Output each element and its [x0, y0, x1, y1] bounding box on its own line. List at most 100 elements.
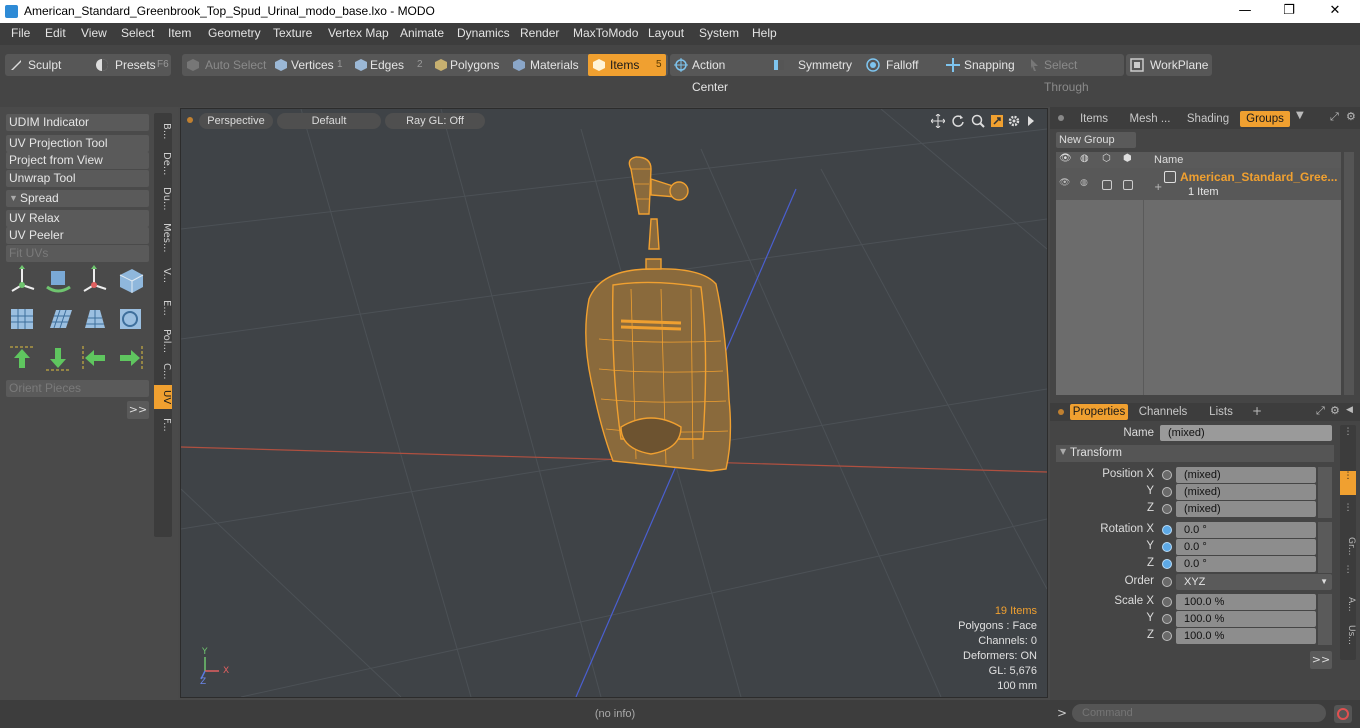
viewport-expand-arrow-icon[interactable] [1026, 115, 1036, 127]
position-x-field[interactable]: (mixed) [1176, 467, 1316, 483]
symmetry-button[interactable]: Symmetry [768, 54, 858, 76]
menu-animate[interactable]: Animate [400, 26, 444, 40]
menu-view[interactable]: View [81, 26, 107, 40]
action-center-button[interactable]: Action Center [670, 54, 764, 94]
uv-projection-tool-button[interactable]: UV Projection Tool [6, 135, 149, 152]
tab-groups[interactable]: Groups [1240, 111, 1290, 127]
align-down-arrow-icon[interactable] [42, 343, 75, 373]
align-up-arrow-icon[interactable] [6, 343, 39, 373]
side-tab-dots-2[interactable]: ⋮ [1340, 503, 1356, 519]
select-icon[interactable]: ⬢ [1123, 153, 1132, 164]
new-group-button[interactable]: New Group [1056, 132, 1136, 148]
side-tab-user[interactable]: Us... [1340, 625, 1356, 651]
vtab-polygon[interactable]: Pol... [154, 325, 172, 357]
rotation-x-radio[interactable] [1162, 525, 1172, 535]
3d-viewport[interactable]: Y Z X Perspective Default Ray GL: Off 19… [180, 108, 1048, 698]
maximize-viewport-icon[interactable] [990, 114, 1004, 128]
groups-scrollbar[interactable] [1344, 152, 1354, 395]
expand-plus-icon[interactable]: + [1154, 182, 1162, 193]
udim-indicator-button[interactable]: UDIM Indicator [6, 114, 149, 131]
workplane-button[interactable]: WorkPlane [1126, 54, 1212, 76]
uv-box-tool-icon[interactable] [114, 265, 147, 295]
command-input[interactable] [1072, 704, 1326, 722]
properties-menu-dot-icon[interactable] [1058, 409, 1064, 415]
render-icon[interactable]: ◍ [1080, 153, 1089, 164]
rotation-y-field[interactable]: 0.0 ° [1176, 539, 1316, 555]
row-select-checkbox[interactable] [1123, 180, 1133, 190]
menu-texture[interactable]: Texture [273, 26, 312, 40]
fit-uvs-button[interactable]: Fit UVs [6, 245, 149, 262]
properties-arrow-icon[interactable]: ◀ [1346, 405, 1353, 415]
name-field[interactable]: (mixed) [1160, 425, 1332, 441]
rotation-y-radio[interactable] [1162, 542, 1172, 552]
uv-rotate-tool-icon[interactable] [42, 265, 75, 295]
materials-button[interactable]: Materials [508, 54, 586, 76]
auto-select-button[interactable]: Auto Select [182, 54, 268, 76]
menu-maxtomodo[interactable]: MaxToModo [573, 26, 638, 40]
uv-relax-button[interactable]: UV Relax [6, 210, 149, 227]
properties-expand-icon[interactable]: ⤢ [1316, 404, 1325, 418]
rotation-x-field[interactable]: 0.0 ° [1176, 522, 1316, 538]
zoom-view-icon[interactable] [971, 114, 985, 128]
menu-vertex-map[interactable]: Vertex Map [328, 26, 389, 40]
scale-y-field[interactable]: 100.0 % [1176, 611, 1316, 627]
tab-items[interactable]: Items [1072, 111, 1116, 127]
vtab-curve[interactable]: C... [154, 359, 172, 383]
menu-geometry[interactable]: Geometry [208, 26, 261, 40]
position-y-radio[interactable] [1162, 487, 1172, 497]
spread-section-button[interactable]: ▼ Spread [6, 190, 149, 207]
visibility-eye-icon[interactable]: 👁 [1059, 153, 1072, 164]
presets-button[interactable]: Presets F6 [91, 54, 171, 76]
side-tab-assembly[interactable]: A... [1340, 597, 1356, 617]
position-stepper-arrows[interactable] [1318, 467, 1332, 518]
orient-pieces-button[interactable]: Orient Pieces [6, 380, 149, 397]
pan-view-icon[interactable] [931, 114, 945, 128]
menu-help[interactable]: Help [752, 26, 777, 40]
rotation-stepper-arrows[interactable] [1318, 522, 1332, 573]
perspective-view-button[interactable]: Perspective [199, 113, 273, 129]
select-through-button[interactable]: Select Through [1024, 54, 1124, 94]
scale-x-field[interactable]: 100.0 % [1176, 594, 1316, 610]
viewport-menu-dot-icon[interactable] [187, 117, 193, 123]
menu-item[interactable]: Item [168, 26, 191, 40]
position-z-field[interactable]: (mixed) [1176, 501, 1316, 517]
vtab-uv[interactable]: UV [154, 385, 172, 409]
vtab-edge[interactable]: E... [154, 293, 172, 323]
align-left-arrow-icon[interactable] [78, 343, 111, 373]
uv-peeler-button[interactable]: UV Peeler [6, 227, 149, 244]
panel-expand-icon[interactable]: ⤢ [1330, 110, 1339, 124]
menu-render[interactable]: Render [520, 26, 559, 40]
tab-shading[interactable]: Shading [1182, 111, 1234, 127]
order-dropdown[interactable]: XYZ ▼ [1176, 574, 1332, 590]
maximize-button[interactable]: ❐ [1266, 0, 1312, 23]
viewport-settings-gear-icon[interactable] [1007, 114, 1021, 128]
position-z-radio[interactable] [1162, 504, 1172, 514]
add-tab-button[interactable]: + [1252, 404, 1262, 418]
menu-file[interactable]: File [11, 26, 30, 40]
vtab-duplicate[interactable]: Du... [154, 183, 172, 215]
menu-layout[interactable]: Layout [648, 26, 684, 40]
minimize-button[interactable]: — [1222, 0, 1268, 23]
scale-y-radio[interactable] [1162, 614, 1172, 624]
tab-lists[interactable]: Lists [1200, 404, 1242, 420]
row-lock-checkbox[interactable] [1102, 180, 1112, 190]
scale-x-radio[interactable] [1162, 597, 1172, 607]
menu-select[interactable]: Select [121, 26, 154, 40]
vtab-deform[interactable]: De... [154, 147, 172, 181]
falloff-button[interactable]: Falloff [862, 54, 940, 76]
vtab-mesh-edit[interactable]: Mes... [154, 217, 172, 259]
menu-system[interactable]: System [699, 26, 739, 40]
rotate-view-icon[interactable] [951, 114, 965, 128]
tab-channels[interactable]: Channels [1134, 404, 1192, 420]
record-macro-icon[interactable] [1334, 705, 1352, 723]
left-panel-more-button[interactable]: >> [127, 401, 149, 419]
rotation-z-radio[interactable] [1162, 559, 1172, 569]
tabs-dropdown-icon[interactable]: ▼ [1296, 110, 1304, 121]
uv-cube-map-icon[interactable] [6, 304, 39, 334]
align-right-arrow-icon[interactable] [114, 343, 147, 373]
snapping-button[interactable]: Snapping [942, 54, 1024, 76]
vertices-button[interactable]: Vertices 1 [270, 54, 346, 76]
tab-mesh[interactable]: Mesh ... [1124, 111, 1176, 127]
tab-properties[interactable]: Properties [1070, 404, 1128, 420]
polygons-button[interactable]: Polygons [430, 54, 506, 76]
